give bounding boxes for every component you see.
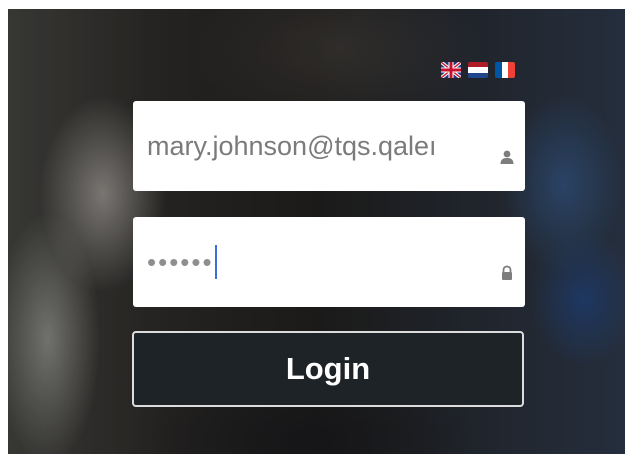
lock-icon	[499, 265, 515, 281]
user-icon	[499, 149, 515, 165]
email-field[interactable]: mary.johnson@tqs.qaleı	[133, 101, 525, 191]
password-value-wrapper: ••••••	[147, 217, 487, 307]
email-value: mary.johnson@tqs.qaleı	[147, 131, 437, 161]
netherlands-flag-icon[interactable]	[468, 62, 488, 78]
text-caret	[214, 245, 217, 280]
password-field[interactable]: ••••••	[133, 217, 525, 307]
login-screen-background: mary.johnson@tqs.qaleı •••••• Login	[8, 9, 625, 454]
password-masked-value: ••••••	[147, 247, 214, 277]
login-button[interactable]: Login	[132, 331, 524, 407]
france-flag-icon[interactable]	[495, 62, 515, 78]
uk-flag-icon[interactable]	[441, 62, 461, 78]
